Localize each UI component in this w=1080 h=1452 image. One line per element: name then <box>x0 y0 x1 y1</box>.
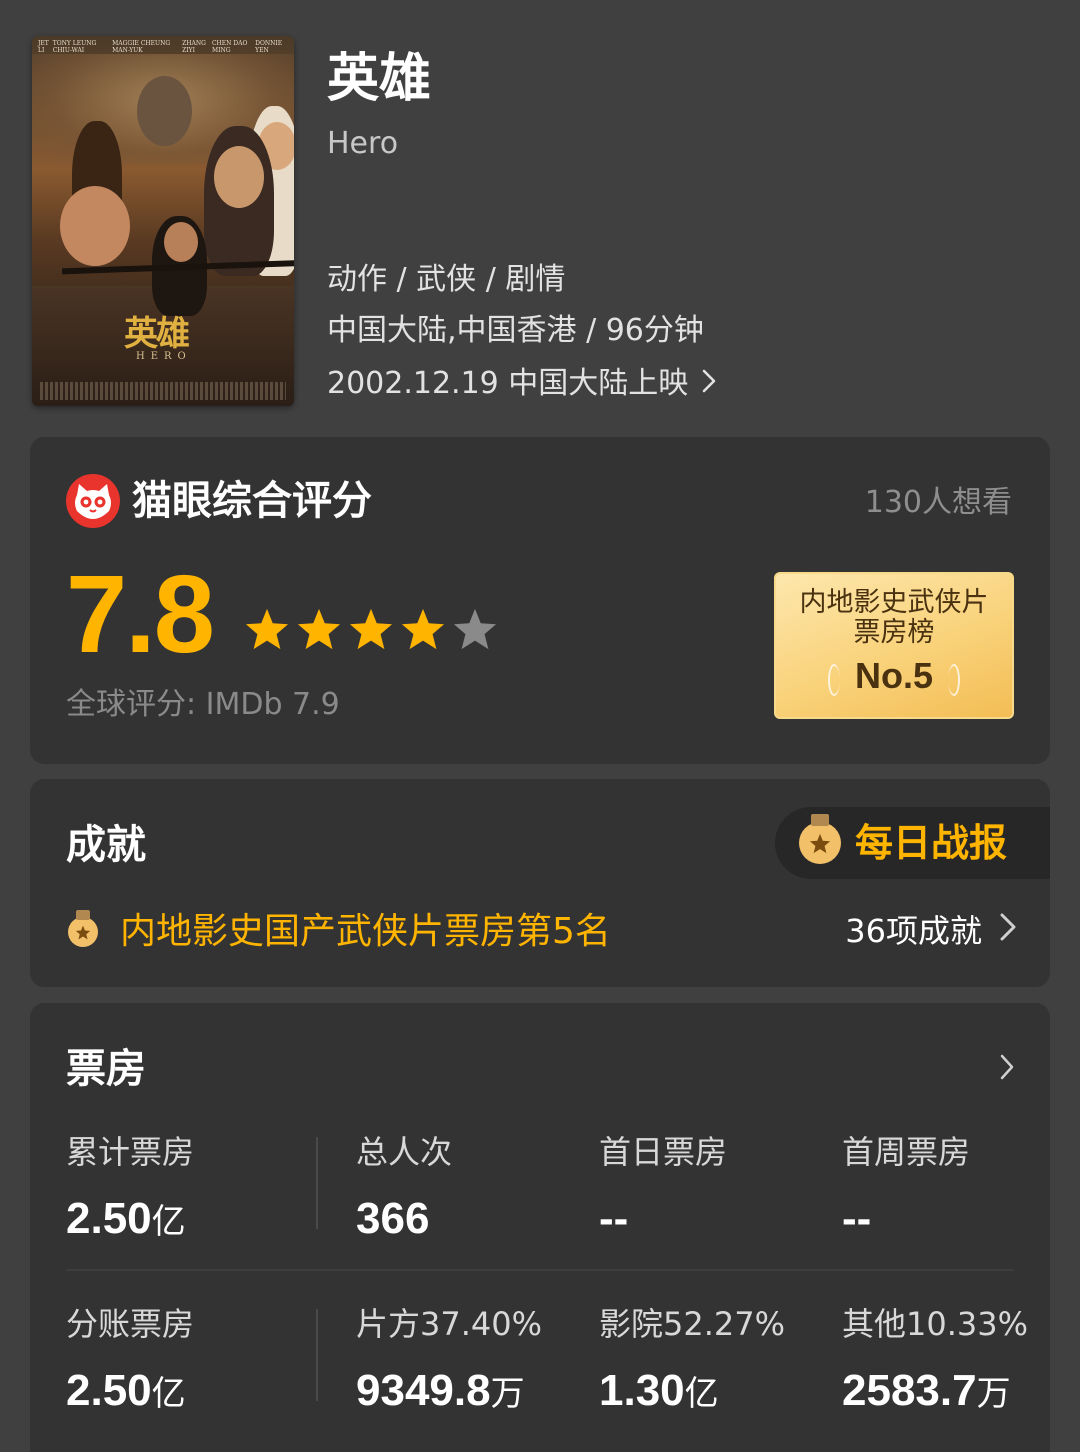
stat-number: -- <box>599 1194 629 1243</box>
achievement-count-link[interactable]: 36项成就 <box>845 909 1016 953</box>
stat-unit: 亿 <box>151 1202 186 1242</box>
stat-other-share: 其他10.33% 2583.7万 <box>842 1303 1028 1422</box>
stat-opening-day: 首日票房 -- <box>599 1131 727 1250</box>
stat-value: 366 <box>356 1191 452 1250</box>
stat-value: -- <box>599 1191 727 1250</box>
stat-label: 影院52.27% <box>599 1305 786 1343</box>
movie-poster[interactable]: JET LI TONY LEUNG CHIU-WAI MAGGIE CHEUNG… <box>32 36 294 406</box>
movie-title-en: Hero <box>327 126 399 161</box>
stat-label: 累计票房 <box>66 1133 195 1171</box>
poster-figure <box>164 222 198 262</box>
poster-credits: JET LI TONY LEUNG CHIU-WAI MAGGIE CHEUNG… <box>38 40 288 54</box>
divider <box>66 1269 1014 1271</box>
chevron-right-icon <box>1000 909 1016 953</box>
stat-unit: 万 <box>976 1374 1011 1414</box>
stat-number: -- <box>842 1194 872 1243</box>
medal-icon <box>799 814 841 864</box>
box-office-card[interactable]: 票房 累计票房 2.50亿 总人次 366 首日票房 -- 首周票房 -- 分账… <box>30 1003 1050 1452</box>
poster-credit: CHEN DAO MING <box>211 40 248 54</box>
star-icon <box>401 608 445 650</box>
achievement-highlight[interactable]: 内地影史国产武侠片票房第5名 <box>68 907 611 957</box>
stat-unit: 万 <box>490 1374 525 1414</box>
poster-credit: MAGGIE CHEUNG MAN-YUK <box>112 40 171 54</box>
poster-credit: ZHANG ZIYI <box>182 40 206 54</box>
chevron-right-icon[interactable] <box>1000 1053 1014 1085</box>
medal-icon <box>68 910 98 947</box>
star-rating <box>244 607 498 651</box>
achievement-count: 36项成就 <box>845 912 982 950</box>
laurel-icon <box>948 664 960 696</box>
poster-figure <box>214 146 264 208</box>
maoyan-cat-icon <box>66 474 120 528</box>
achievements-title: 成就 <box>66 822 146 868</box>
stat-number: 366 <box>356 1194 430 1243</box>
imdb-score: 全球评分: IMDb 7.9 <box>66 687 340 722</box>
movie-region-duration: 中国大陆,中国香港 / 96分钟 <box>327 313 704 348</box>
divider <box>316 1309 318 1401</box>
star-icon <box>297 608 341 650</box>
badge-line2: 票房榜 <box>853 617 935 648</box>
poster-subtitle: HERO <box>136 351 192 362</box>
stat-number: 2.50 <box>66 1366 152 1415</box>
rating-card[interactable]: 猫眼综合评分 130人想看 7.8 全球评分: IMDb 7.9 内地影史武侠片… <box>30 437 1050 764</box>
chevron-right-icon <box>702 364 716 404</box>
daily-report-label: 每日战报 <box>855 821 1008 865</box>
stat-unit: 亿 <box>151 1374 186 1414</box>
laurel-icon <box>828 664 840 696</box>
stat-value: 9349.8万 <box>356 1363 542 1422</box>
stat-value: 2583.7万 <box>842 1363 1028 1422</box>
stat-label: 片方37.40% <box>356 1305 543 1343</box>
stat-unit: 亿 <box>684 1374 719 1414</box>
poster-title: 英雄 <box>124 314 190 354</box>
badge-line1: 内地影史武侠片 <box>799 587 989 618</box>
poster-credit: DONNIE YEN <box>255 40 283 54</box>
ranking-badge[interactable]: 内地影史武侠片 票房榜 No.5 <box>774 572 1014 719</box>
stat-number: 9349.8 <box>356 1366 491 1415</box>
box-office-title: 票房 <box>66 1046 146 1092</box>
stat-admissions: 总人次 366 <box>356 1131 452 1250</box>
movie-genres: 动作 / 武侠 / 剧情 <box>327 262 566 297</box>
stat-value: 2.50亿 <box>66 1363 194 1422</box>
badge-rank: No.5 <box>854 655 933 696</box>
release-date: 2002.12.19 中国大陆上映 <box>327 366 689 401</box>
stat-producer-share: 片方37.40% 9349.8万 <box>356 1303 542 1422</box>
stat-value: 1.30亿 <box>599 1363 785 1422</box>
daily-report-button[interactable]: 每日战报 <box>775 807 1050 879</box>
stat-number: 1.30 <box>599 1366 685 1415</box>
rating-title: 猫眼综合评分 <box>132 478 372 524</box>
star-icon <box>453 608 497 650</box>
movie-title: 英雄 <box>327 49 432 109</box>
stat-total-gross: 累计票房 2.50亿 <box>66 1131 194 1250</box>
achievements-card: 成就 每日战报 内地影史国产武侠片票房第5名 36项成就 <box>30 779 1050 987</box>
stat-value: -- <box>842 1191 970 1250</box>
stat-number: 2.50 <box>66 1194 152 1243</box>
stat-opening-week: 首周票房 -- <box>842 1131 970 1250</box>
poster-figure <box>60 186 130 266</box>
poster-credit: JET LI <box>38 40 49 54</box>
stat-label: 分账票房 <box>66 1305 195 1343</box>
star-icon <box>245 608 289 650</box>
stat-split-gross: 分账票房 2.50亿 <box>66 1303 194 1422</box>
divider <box>316 1137 318 1229</box>
stat-label: 总人次 <box>356 1133 453 1171</box>
achievement-text: 内地影史国产武侠片票房第5名 <box>120 911 611 952</box>
stat-cinema-share: 影院52.27% 1.30亿 <box>599 1303 785 1422</box>
poster-credit: TONY LEUNG CHIU-WAI <box>52 40 97 54</box>
wish-count: 130人想看 <box>864 485 1012 520</box>
star-icon <box>349 608 393 650</box>
stat-label: 其他10.33% <box>842 1305 1029 1343</box>
stat-label: 首周票房 <box>842 1133 971 1171</box>
stat-number: 2583.7 <box>842 1366 977 1415</box>
rating-score: 7.8 <box>66 553 215 676</box>
poster-billing-block <box>40 382 286 400</box>
poster-figure <box>137 76 192 146</box>
stat-label: 首日票房 <box>599 1133 728 1171</box>
release-info-link[interactable]: 2002.12.19 中国大陆上映 <box>327 364 716 404</box>
stat-value: 2.50亿 <box>66 1191 194 1250</box>
